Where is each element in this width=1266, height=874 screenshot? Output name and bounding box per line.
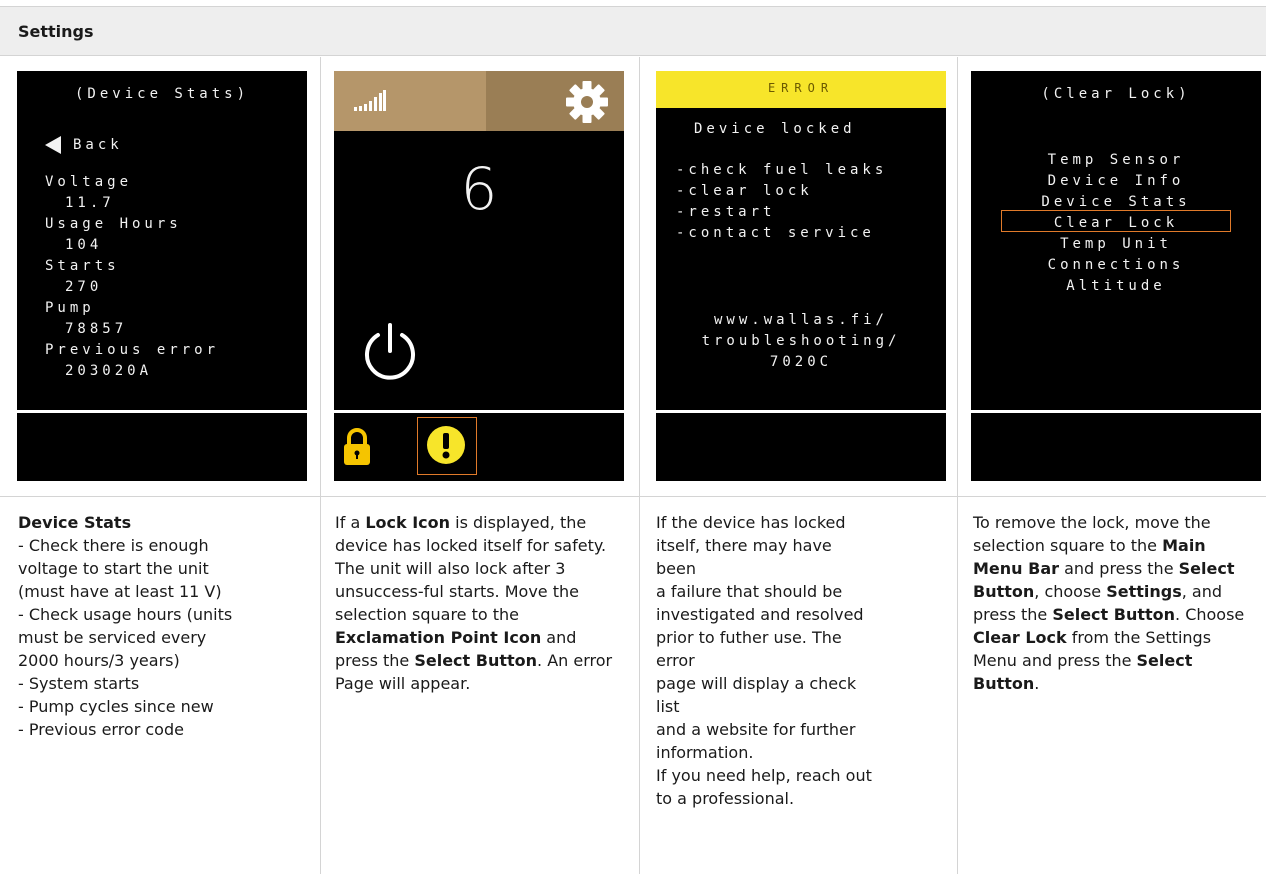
menu-item-device-info[interactable]: Device Info xyxy=(971,173,1261,189)
status-bar xyxy=(334,410,624,481)
screen-bottom-bar xyxy=(656,410,946,481)
column-divider xyxy=(639,57,640,874)
description-line: (must have at least 11 V) xyxy=(18,582,222,601)
error-banner-text: ERROR xyxy=(767,81,835,95)
screen-bottom-bar xyxy=(971,410,1261,481)
column-divider xyxy=(320,57,321,874)
stat-value: 11.7 xyxy=(65,195,115,211)
description-line: prior to futher use. The xyxy=(656,628,842,647)
stat-value: 203020A xyxy=(65,363,153,379)
page-title: Settings xyxy=(18,22,94,41)
description-line: to a professional. xyxy=(656,789,795,808)
settings-menu-screen: (Clear Lock) Temp Sensor Device Info Dev… xyxy=(971,71,1261,481)
row-divider xyxy=(0,496,1266,497)
description-line: If the device has locked xyxy=(656,513,846,532)
stat-label: Pump xyxy=(45,300,95,316)
menu-item-altitude[interactable]: Altitude xyxy=(971,278,1261,294)
back-button[interactable]: Back xyxy=(73,137,123,153)
power-icon[interactable] xyxy=(360,321,420,385)
column-divider xyxy=(957,57,958,874)
device-stats-screen: (Device Stats) Back Voltage 11.7 Usage H… xyxy=(17,71,307,481)
description-line: - Previous error code xyxy=(18,720,184,739)
description-line: itself, there may have xyxy=(656,536,832,555)
back-arrow-icon xyxy=(45,136,61,154)
description-line: list xyxy=(656,697,680,716)
section-heading: Device Stats xyxy=(18,513,132,532)
stat-value: 78857 xyxy=(65,321,128,337)
help-url-line: troubleshooting/ xyxy=(701,333,901,349)
gear-icon[interactable] xyxy=(566,81,608,123)
description-line: and a website for further xyxy=(656,720,856,739)
menu-item-clear-lock[interactable]: Clear Lock xyxy=(971,215,1261,231)
exclamation-point-icon[interactable] xyxy=(426,425,466,465)
stat-label: Voltage xyxy=(45,174,133,190)
description-line: - System starts xyxy=(18,674,140,693)
stat-value: 270 xyxy=(65,279,103,295)
error-screen: ERROR Device locked -check fuel leaks -c… xyxy=(656,71,946,481)
description-line: - Pump cycles since new xyxy=(18,697,214,716)
bold-term: Settings xyxy=(1106,582,1182,601)
stat-label: Usage Hours xyxy=(45,216,182,232)
checklist-item: -restart xyxy=(676,204,776,220)
text-run: and press the xyxy=(1059,559,1179,578)
bold-term: Select Button xyxy=(1052,605,1176,624)
error-title: Device locked xyxy=(694,121,856,137)
home-screen: 6 xyxy=(334,71,624,481)
error-code: 7020C xyxy=(769,354,833,370)
text-run: If a xyxy=(335,513,366,532)
menu-item-connections[interactable]: Connections xyxy=(971,257,1261,273)
bold-term: Select Button xyxy=(414,651,538,670)
menu-item-device-stats[interactable]: Device Stats xyxy=(971,194,1261,210)
description-line: a failure that should be xyxy=(656,582,843,601)
lock-icon-description: If a Lock Icon is displayed, the device … xyxy=(335,511,619,695)
stat-label: Previous error xyxy=(45,342,220,358)
description-line: If you need help, reach out xyxy=(656,766,872,785)
text-run: . Choose xyxy=(1175,605,1245,624)
description-line: investigated and resolved xyxy=(656,605,864,624)
settings-page: Settings (Device Stats) Back Voltage 11.… xyxy=(0,0,1266,874)
description-line: page will display a check xyxy=(656,674,857,693)
error-page-description: If the device has locked itself, there m… xyxy=(656,511,940,810)
description-line: - Check there is enough xyxy=(18,536,209,555)
description-line: 2000 hours/3 years) xyxy=(18,651,180,670)
stat-label: Starts xyxy=(45,258,120,274)
description-line: must be serviced every xyxy=(18,628,207,647)
bold-term: Lock Icon xyxy=(365,513,451,532)
description-line: - Check usage hours (units xyxy=(18,605,233,624)
screen-bottom-bar xyxy=(17,410,307,481)
bold-term: Exclamation Point Icon xyxy=(335,628,542,647)
checklist-item: -clear lock xyxy=(676,183,813,199)
checklist-item: -contact service xyxy=(676,225,875,241)
checklist-item: -check fuel leaks xyxy=(676,162,888,178)
lock-icon[interactable] xyxy=(342,427,372,467)
text-run: . xyxy=(1034,674,1040,693)
bold-term: Clear Lock xyxy=(973,628,1067,647)
description-line: been xyxy=(656,559,696,578)
description-line: error xyxy=(656,651,695,670)
description-line: voltage to start the unit xyxy=(18,559,209,578)
signal-strength-icon xyxy=(354,90,386,111)
settings-header: Settings xyxy=(0,6,1266,56)
screen-title: (Clear Lock) xyxy=(1041,86,1191,102)
menu-item-temp-sensor[interactable]: Temp Sensor xyxy=(971,152,1261,168)
temperature-setpoint: 6 xyxy=(460,155,498,223)
description-line: information. xyxy=(656,743,754,762)
help-url-line: www.wallas.fi/ xyxy=(713,312,888,328)
screen-title: (Device Stats) xyxy=(75,86,250,102)
clear-lock-description: To remove the lock, move the selection s… xyxy=(973,511,1257,695)
menu-item-temp-unit[interactable]: Temp Unit xyxy=(971,236,1261,252)
device-stats-description: Device Stats - Check there is enough vol… xyxy=(18,511,302,741)
stat-value: 104 xyxy=(65,237,103,253)
text-run: , choose xyxy=(1034,582,1107,601)
